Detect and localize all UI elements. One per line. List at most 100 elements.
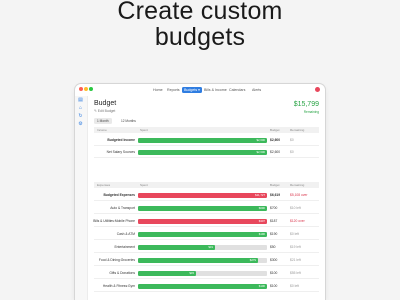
remaining-amount: $15,799 — [293, 101, 319, 108]
expenses-header-budget: Budget — [270, 183, 280, 188]
row-label: Health & Fitness:Gym — [102, 284, 135, 289]
settings-icon[interactable]: ⚙ — [78, 122, 83, 127]
home-icon[interactable]: ⌂ — [78, 106, 83, 111]
table-row[interactable]: Auto & Transport $690 $700 $10 left — [94, 204, 319, 212]
budget-value: $2,600 — [270, 150, 281, 155]
nav-budgets[interactable]: Budgets ▾ — [182, 87, 202, 93]
table-row[interactable]: Health & Fitness:Gym $100 $100 $0 left — [94, 282, 319, 290]
progress-fill — [138, 270, 196, 276]
progress-bar: $307 — [138, 218, 267, 224]
app-window: Home Reports Budgets ▾ Bills & Income Ca… — [75, 84, 325, 300]
headline-line-1: Create custom — [117, 0, 283, 25]
progress-fill — [138, 244, 215, 250]
remaining-value: $0 — [290, 138, 294, 143]
row-divider — [94, 200, 319, 201]
remaining-value: $55 left — [290, 271, 301, 276]
income-header-name: Income — [97, 128, 107, 133]
budget-value: $190 — [270, 232, 278, 237]
progress-fill — [138, 149, 267, 155]
income-header-spent: Spent — [140, 128, 148, 133]
edit-icon: ✎ — [94, 109, 97, 113]
nav-bills-income[interactable]: Bills & Income — [204, 88, 227, 92]
nav-home[interactable]: Home — [153, 88, 163, 92]
row-label: Budgeted Income — [107, 138, 135, 143]
progress-fill — [138, 231, 267, 237]
table-row[interactable]: Budgeted Expenses $11,727 $6,619 $5,108 ove… — [94, 191, 319, 199]
row-label: Gifts & Donations — [109, 271, 135, 276]
remaining-value: $5,108 over — [290, 193, 308, 198]
remaining-value: $0 left — [290, 284, 299, 289]
spent-value: $45 — [189, 271, 194, 276]
headline: Create custom budgets — [0, 0, 400, 50]
spent-value: $2,600 — [256, 138, 265, 143]
expenses-header-name: Expenses — [97, 183, 111, 188]
expenses-header-spent: Spent — [140, 183, 148, 188]
row-label: Food & Dining:Groceries — [98, 258, 135, 263]
progress-bar: $11,727 — [138, 192, 267, 198]
budget-value: $100 — [270, 271, 278, 276]
refresh-icon[interactable]: ↻ — [78, 114, 83, 119]
progress-bar: $100 — [138, 283, 267, 289]
progress-bar: $2,600 — [138, 137, 267, 143]
sidebar-toggle-icon[interactable]: ▤ — [78, 98, 83, 103]
income-header-budget: Budget — [270, 128, 280, 133]
budget-panel: Budget ✎ Edit Budget $15,799 Remaining 1… — [88, 96, 325, 300]
progress-bar: $190 — [138, 231, 267, 237]
remaining-value: $21 left — [290, 258, 301, 263]
side-rail: ▤ ⌂ ↻ ⚙ — [75, 96, 88, 300]
row-divider — [94, 278, 319, 279]
progress-fill — [138, 283, 267, 289]
page-title: Budget — [94, 100, 117, 107]
row-divider — [94, 265, 319, 266]
table-row[interactable]: Budgeted Income $2,600 $2,600 $0 — [94, 136, 319, 144]
progress-bar: $690 — [138, 205, 267, 211]
progress-fill — [138, 218, 267, 224]
avatar-icon[interactable] — [315, 87, 320, 92]
row-label: Net Salary Sources — [106, 150, 135, 155]
nav-calendars[interactable]: Calendars — [229, 88, 245, 92]
budget-value: $50 — [270, 245, 276, 250]
progress-bar: $279 — [138, 257, 267, 263]
row-divider — [94, 145, 319, 146]
expenses-header-remaining: Remaining — [290, 183, 305, 188]
spent-value: $279 — [249, 258, 256, 263]
spent-value: $11,727 — [255, 193, 265, 198]
headline-line-2: budgets — [154, 23, 246, 51]
spent-value: $2,600 — [256, 150, 265, 155]
table-row[interactable]: Food & Dining:Groceries $279 $300 $21 left — [94, 256, 319, 264]
nav-reports[interactable]: Reports — [167, 88, 180, 92]
remaining-value: $0 left — [290, 232, 299, 237]
table-row[interactable]: Gifts & Donations $45 $100 $55 left — [94, 269, 319, 277]
row-divider — [94, 157, 319, 158]
progress-fill — [138, 257, 258, 263]
remaining-value: $120 over — [290, 219, 305, 224]
progress-bar: $31 — [138, 244, 267, 250]
row-label: Bills & Utilities:Mobile Phone — [93, 219, 135, 224]
row-divider — [94, 213, 319, 214]
row-label: Entertainment — [114, 245, 135, 250]
spent-value: $690 — [258, 206, 265, 211]
edit-budget-label: Edit Budget — [97, 109, 116, 113]
remaining-label: Remaining — [303, 110, 319, 114]
edit-budget-link[interactable]: ✎ Edit Budget — [94, 109, 115, 113]
row-divider — [94, 252, 319, 253]
row-divider — [94, 226, 319, 227]
table-row[interactable]: Cash & ATM $190 $190 $0 left — [94, 230, 319, 238]
row-label: Budgeted Expenses — [103, 193, 135, 198]
budget-value: $700 — [270, 206, 278, 211]
table-row[interactable]: Net Salary Sources $2,600 $2,600 $0 — [94, 148, 319, 156]
tab-1-month[interactable]: 1 Month — [94, 118, 112, 124]
table-row[interactable]: Bills & Utilities:Mobile Phone $307 $187 $1… — [93, 217, 319, 225]
nav-alerts[interactable]: Alerts — [252, 88, 261, 92]
budget-value: $6,619 — [270, 193, 281, 198]
progress-fill — [138, 192, 267, 198]
remaining-value: $0 — [290, 150, 294, 155]
progress-bar: $45 — [138, 270, 267, 276]
row-divider — [94, 239, 319, 240]
progress-fill — [138, 137, 267, 143]
table-row[interactable]: Entertainment $31 $50 $19 left — [94, 243, 319, 251]
remaining-value: $10 left — [290, 206, 301, 211]
budget-value: $100 — [270, 284, 278, 289]
income-header: Income Spent Budget Remaining — [94, 127, 319, 133]
tab-12-months[interactable]: 12 Months — [118, 118, 139, 124]
